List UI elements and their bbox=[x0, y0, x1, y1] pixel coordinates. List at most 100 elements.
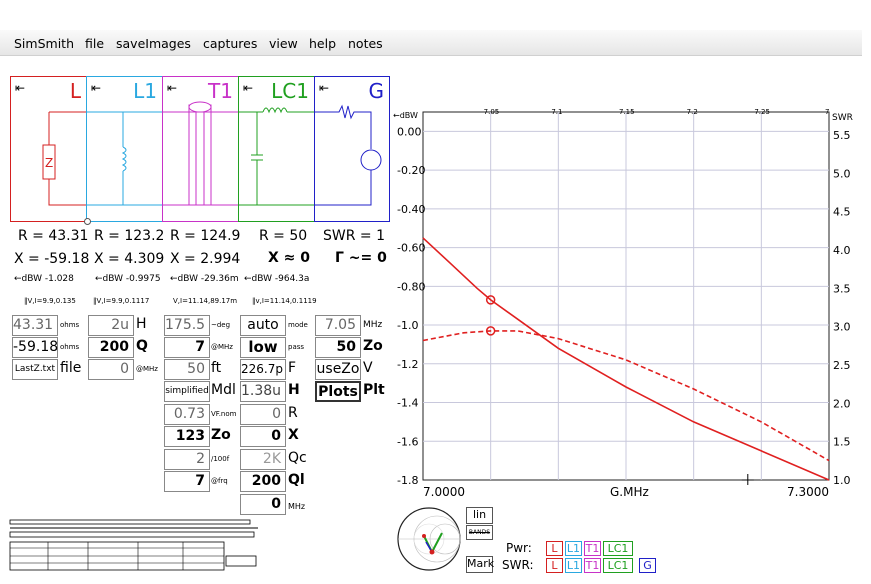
l1-inductance-unit: H bbox=[136, 316, 147, 332]
right-tick-label: 3.5 bbox=[833, 282, 851, 295]
bottom-tick-label: 7.0000 bbox=[423, 485, 465, 499]
component-inductor[interactable]: ⇤ L1 bbox=[86, 76, 163, 222]
load-r-input[interactable]: 43.31 bbox=[12, 315, 58, 336]
load-r-unit: ohms bbox=[60, 321, 80, 329]
swr-toggle-l[interactable]: L bbox=[546, 558, 563, 573]
lastz-file-button[interactable]: LastZ.txt bbox=[12, 359, 58, 380]
t1-loss-unit: /100f bbox=[211, 455, 230, 463]
left-tick-label: -1.0 bbox=[397, 319, 418, 332]
l1-inductance-input[interactable]: 2u bbox=[88, 315, 134, 336]
lc1-r-input[interactable]: 0 bbox=[240, 404, 286, 425]
menu-bar: SimSmith file saveImages captures view h… bbox=[0, 30, 862, 56]
x-axis-label: G.MHz bbox=[610, 485, 649, 499]
lin-button[interactable]: lin bbox=[466, 507, 493, 524]
bottom-tick-label: 7.3000 bbox=[787, 485, 829, 499]
t1-vf-input[interactable]: 0.73 bbox=[164, 404, 210, 425]
lc1-capacitance-unit: F bbox=[288, 360, 297, 376]
lc1-qc-unit: Qc bbox=[288, 450, 307, 466]
smith-chart-icon[interactable] bbox=[396, 506, 462, 572]
pwr-toggle-l[interactable]: L bbox=[546, 541, 563, 556]
pwr-toggle-l1[interactable]: L1 bbox=[565, 541, 582, 556]
lc-icon bbox=[239, 107, 315, 206]
menu-notes[interactable]: notes bbox=[348, 36, 383, 51]
swr-toggle-g[interactable]: G bbox=[639, 558, 656, 573]
gen-zo-label: Zo bbox=[363, 338, 383, 354]
menu-help[interactable]: help bbox=[309, 36, 336, 51]
component-generator[interactable]: ⇤ G bbox=[314, 76, 390, 222]
left-tick-label: -0.40 bbox=[397, 203, 425, 216]
right-tick-label: 2.0 bbox=[833, 397, 851, 410]
left-tick-label: -0.20 bbox=[397, 164, 425, 177]
right-tick-label: 4.5 bbox=[833, 206, 851, 219]
t1-length-input[interactable]: 50 bbox=[164, 359, 210, 380]
left-tick-label: -0.60 bbox=[397, 242, 425, 255]
junction-dot bbox=[84, 218, 91, 225]
menu-view[interactable]: view bbox=[269, 36, 298, 51]
swr-toggle-l1[interactable]: L1 bbox=[565, 558, 582, 573]
l1-q-input[interactable]: 200 bbox=[88, 337, 134, 358]
t1-model-button[interactable]: simplified bbox=[164, 381, 210, 402]
l1-freq-input[interactable]: 0 bbox=[88, 359, 134, 380]
right-tick-label: 1.5 bbox=[833, 436, 851, 449]
t1-freq-input[interactable]: 7 bbox=[164, 471, 210, 492]
lc1-mode-unit: mode bbox=[288, 321, 308, 329]
swr-toggle-t1[interactable]: T1 bbox=[584, 558, 601, 573]
left-tick-label: -1.8 bbox=[397, 474, 418, 487]
chart-grid bbox=[422, 111, 830, 481]
lc1-inductance-unit: H bbox=[288, 382, 300, 398]
pwr-toggle-t1[interactable]: T1 bbox=[584, 541, 601, 556]
swr-toggle-lc1[interactable]: LC1 bbox=[603, 558, 633, 573]
lc1-qc-input[interactable]: 2K bbox=[240, 449, 286, 470]
menu-file[interactable]: file bbox=[85, 36, 104, 51]
t1-x-readout: X = 2.994 bbox=[170, 251, 241, 267]
plots-button[interactable]: Plots bbox=[315, 381, 361, 402]
gen-swr-readout: SWR = 1 bbox=[323, 228, 385, 244]
t1-zo-input[interactable]: 123 bbox=[164, 426, 210, 447]
t1-model-label: Mdl bbox=[211, 382, 236, 398]
menu-captures[interactable]: captures bbox=[203, 36, 257, 51]
t1-vi-readout: V,I=11.14,89.17m bbox=[173, 297, 238, 305]
top-tick-label: 7.25 bbox=[754, 108, 770, 116]
component-table-thumbnail[interactable] bbox=[8, 518, 260, 574]
load-file-label: file bbox=[60, 360, 82, 376]
lc1-x-unit: X bbox=[288, 427, 299, 443]
lc1-freq-input[interactable]: 0 bbox=[240, 494, 286, 515]
menu-simsmith[interactable]: SimSmith bbox=[14, 36, 74, 51]
lc1-x-readout: X ≈ 0 bbox=[268, 250, 311, 266]
t1-degrees-input[interactable]: 175.5 bbox=[164, 315, 210, 336]
component-load[interactable]: ⇤ L Z bbox=[10, 76, 87, 222]
top-tick-label: 7.2 bbox=[687, 108, 698, 116]
left-axis-label: ←dBW bbox=[393, 111, 418, 120]
plots-label: Plt bbox=[363, 382, 385, 398]
lc1-capacitance-input[interactable]: 226.7p bbox=[240, 359, 286, 380]
lc1-inductance-input[interactable]: 1.38u bbox=[240, 381, 286, 402]
bands-button[interactable]: BANDS bbox=[466, 525, 493, 540]
l1-vi-readout: ‖V,I=9.9,0.1117 bbox=[93, 297, 150, 305]
gen-zo-input[interactable]: 50 bbox=[315, 337, 361, 358]
pwr-toggle-lc1[interactable]: LC1 bbox=[603, 541, 633, 556]
load-r-readout: R = 43.31 bbox=[18, 228, 89, 244]
lc1-pass-select[interactable]: low bbox=[240, 337, 286, 358]
component-lc-network[interactable]: ⇤ LC1 bbox=[238, 76, 315, 222]
mark-button[interactable]: Mark bbox=[466, 556, 494, 573]
load-x-input[interactable]: -59.18 bbox=[12, 337, 58, 358]
component-transmission-line[interactable]: ⇤ T1 bbox=[162, 76, 239, 222]
gen-v-unit: V bbox=[363, 360, 373, 376]
lc1-x-input[interactable]: 0 bbox=[240, 426, 286, 447]
top-tick-label: 7.05 bbox=[484, 108, 500, 116]
left-tick-label: -1.4 bbox=[397, 397, 418, 410]
lc1-mode-select[interactable]: auto bbox=[240, 315, 286, 336]
menu-saveimages[interactable]: saveImages bbox=[116, 36, 191, 51]
lc1-r-readout: R = 50 bbox=[259, 228, 308, 244]
l1-q-label: Q bbox=[136, 338, 148, 354]
load-vi-readout: ‖V,I=9.9,0.135 bbox=[24, 297, 76, 305]
t1-mhz-input[interactable]: 7 bbox=[164, 337, 210, 358]
lc1-ql-input[interactable]: 200 bbox=[240, 471, 286, 492]
gen-v-button[interactable]: useZo bbox=[315, 359, 361, 380]
t1-vf-unit: VF.nom bbox=[211, 410, 237, 418]
gen-freq-input[interactable]: 7.05 bbox=[315, 315, 361, 336]
t1-loss-input[interactable]: 2 bbox=[164, 449, 210, 470]
power-swr-chart[interactable]: 0.00 -0.20 -0.40 -0.60 -0.80 -1.0 -1.2 -1.4 -1.6… bbox=[392, 104, 862, 504]
l1-x-readout: X = 4.309 bbox=[94, 251, 165, 267]
load-dbw-readout: ←dBW -1.028 bbox=[14, 274, 74, 284]
